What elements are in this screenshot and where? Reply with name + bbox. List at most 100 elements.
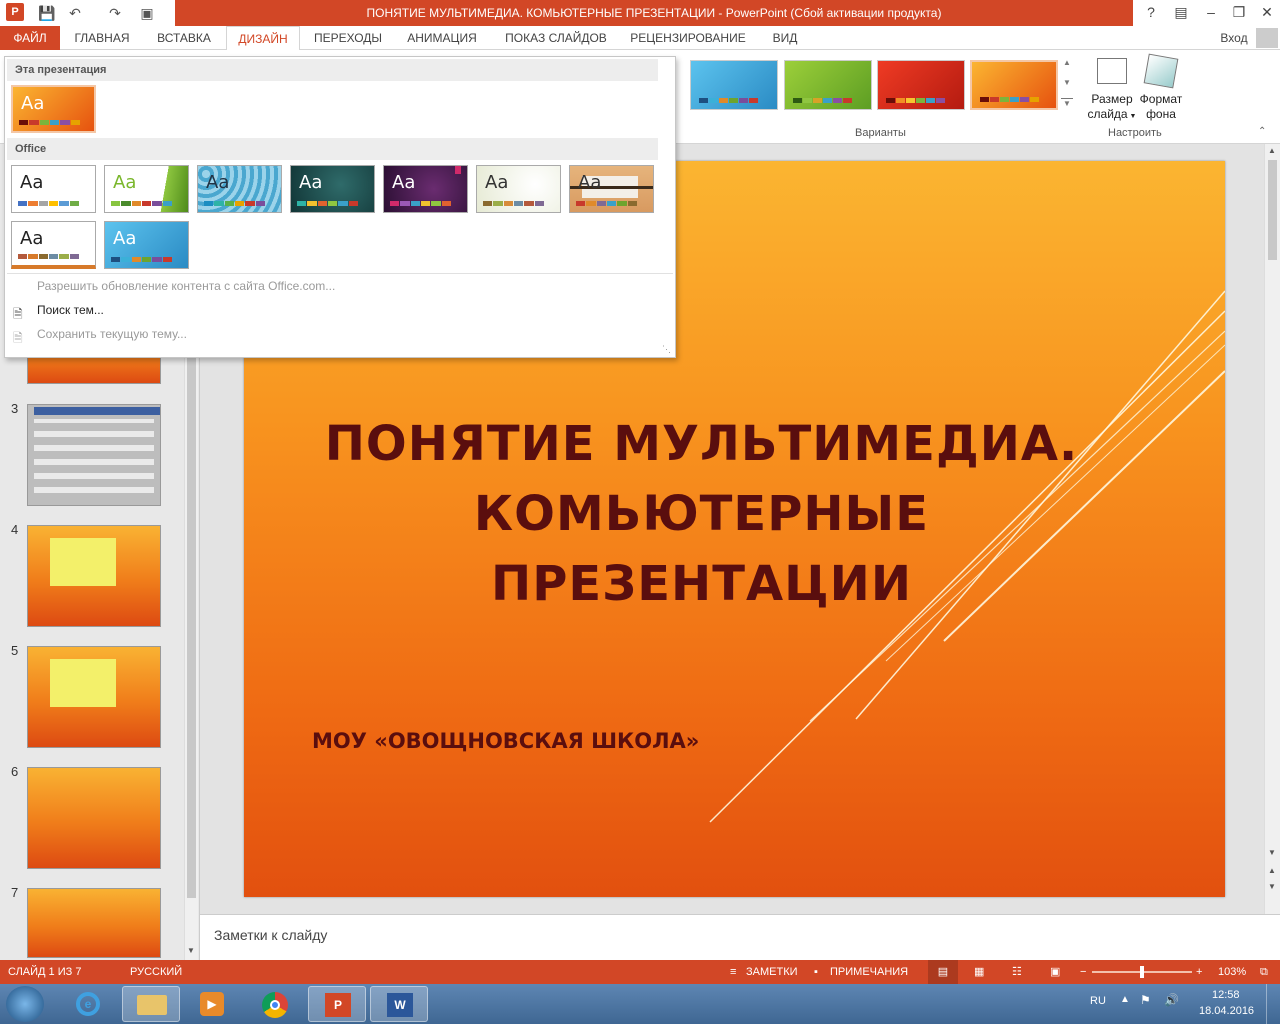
minimize-button[interactable]: –: [1196, 0, 1226, 26]
tab-file[interactable]: ФАЙЛ: [0, 26, 60, 50]
themes-gallery-dropdown: Эта презентация Aa Office Aa Aa Aa Aa Aa…: [4, 56, 676, 358]
format-background-button[interactable]: Формат фона: [1136, 92, 1186, 122]
ie-logo-icon: e: [76, 992, 100, 1016]
slide-thumbnail-5[interactable]: [27, 646, 161, 748]
slideshow-view-icon[interactable]: ▣: [1050, 960, 1060, 984]
variants-scroll-up-icon[interactable]: ▲: [1061, 58, 1073, 74]
language-indicator[interactable]: РУССКИЙ: [130, 960, 182, 984]
customize-group-label: Настроить: [1108, 127, 1162, 139]
section-office: Office: [7, 138, 658, 160]
variant-orange[interactable]: [970, 60, 1058, 110]
thumb-number-5: 5: [11, 643, 19, 658]
sign-in-link[interactable]: Вход: [1214, 26, 1254, 50]
theme-slice[interactable]: Aa: [11, 221, 96, 269]
tab-view[interactable]: ВИД: [758, 26, 812, 50]
menu-allow-office-update: Разрешить обновление контента с сайта Of…: [37, 279, 336, 293]
notes-toggle[interactable]: ЗАМЕТКИ: [746, 960, 798, 984]
tab-design[interactable]: ДИЗАЙН: [226, 26, 300, 51]
next-slide-icon[interactable]: ▼: [1268, 882, 1276, 891]
normal-view-icon[interactable]: ▤: [928, 960, 958, 984]
theme-wisp-blue-aa: Aa: [113, 228, 137, 249]
slide-scroll-thumb[interactable]: [1268, 160, 1277, 260]
slide-thumbnail-4[interactable]: [27, 525, 161, 627]
comments-toggle[interactable]: ПРИМЕЧАНИЯ: [830, 960, 908, 984]
save-icon[interactable]: 💾: [36, 3, 58, 23]
collapse-ribbon-icon[interactable]: ⌃: [1258, 126, 1274, 140]
slide-size-button[interactable]: Размер слайда ▼: [1084, 92, 1140, 124]
taskbar-explorer-icon[interactable]: [122, 986, 180, 1022]
tab-home[interactable]: ГЛАВНАЯ: [66, 26, 138, 50]
volume-icon[interactable]: 🔊: [1164, 993, 1179, 1007]
taskbar-ie-icon[interactable]: e: [60, 986, 118, 1022]
reading-view-icon[interactable]: ☷: [1012, 960, 1022, 984]
slide-thumbnail-3[interactable]: [27, 404, 161, 506]
media-player-logo-icon: ▶: [200, 992, 224, 1016]
slide-title-line-2: КОМЬЮТЕРНЫЕ: [473, 486, 930, 542]
variants-scroll-down-icon[interactable]: ▼: [1061, 78, 1073, 94]
slide-vertical-scrollbar[interactable]: ▲ ▼ ▲ ▼: [1264, 144, 1280, 914]
theme-facet[interactable]: Aa: [104, 165, 189, 213]
variant-red[interactable]: [877, 60, 965, 110]
theme-current[interactable]: Aa: [11, 85, 96, 133]
undo-icon[interactable]: ↶: [64, 3, 86, 23]
slide-sorter-icon[interactable]: ▦: [974, 960, 984, 984]
comments-toggle-icon[interactable]: ▪: [814, 960, 818, 984]
taskbar-media-player-icon[interactable]: ▶: [184, 986, 242, 1022]
theme-integral[interactable]: Aa: [197, 165, 282, 213]
fit-to-window-icon[interactable]: ⧉: [1260, 960, 1268, 984]
theme-office[interactable]: Aa: [11, 165, 96, 213]
ribbon-display-options-icon[interactable]: ▤: [1166, 0, 1196, 26]
tab-transitions[interactable]: ПЕРЕХОДЫ: [306, 26, 390, 50]
taskbar-powerpoint-icon[interactable]: P: [308, 986, 366, 1022]
variants-more-icon[interactable]: ▼: [1061, 98, 1073, 114]
zoom-in-icon[interactable]: +: [1196, 960, 1202, 984]
resize-grip-icon[interactable]: ⋱: [662, 344, 671, 355]
start-button-icon[interactable]: [6, 986, 44, 1022]
theme-integral-aa: Aa: [206, 172, 230, 193]
user-avatar-icon[interactable]: [1256, 28, 1278, 48]
menu-search-themes[interactable]: Поиск тем...: [37, 303, 104, 317]
tab-insert[interactable]: ВСТАВКА: [146, 26, 222, 50]
theme-ion[interactable]: Aa: [290, 165, 375, 213]
tab-animations[interactable]: АНИМАЦИЯ: [396, 26, 488, 50]
powerpoint-logo-icon: P: [325, 993, 351, 1017]
zoom-slider-thumb[interactable]: [1140, 966, 1144, 978]
taskbar-word-icon[interactable]: W: [370, 986, 428, 1022]
show-desktop-button[interactable]: [1266, 984, 1280, 1024]
help-button[interactable]: ?: [1136, 0, 1166, 26]
slide-scroll-down-icon[interactable]: ▼: [1268, 848, 1276, 857]
slide-scroll-up-icon[interactable]: ▲: [1268, 146, 1276, 155]
theme-current-aa: Aa: [21, 93, 45, 114]
start-slideshow-icon[interactable]: ▣: [136, 3, 158, 23]
action-center-flag-icon[interactable]: ⚑: [1140, 993, 1151, 1007]
tab-slideshow[interactable]: ПОКАЗ СЛАЙДОВ: [494, 26, 618, 50]
zoom-level[interactable]: 103%: [1218, 960, 1246, 984]
variant-green[interactable]: [784, 60, 872, 110]
gallery-separator: [7, 273, 673, 274]
slide-thumbnail-7[interactable]: [27, 888, 161, 958]
restore-button[interactable]: ❐: [1224, 0, 1254, 26]
zoom-out-icon[interactable]: −: [1080, 960, 1086, 984]
close-button[interactable]: ✕: [1252, 0, 1280, 26]
tray-arrow-icon[interactable]: ▲: [1120, 994, 1130, 1005]
thumbnails-scroll-down-icon[interactable]: ▼: [187, 946, 195, 955]
taskbar-chrome-icon[interactable]: [246, 986, 304, 1022]
redo-icon[interactable]: ↷: [104, 3, 126, 23]
zoom-slider[interactable]: [1092, 966, 1192, 978]
theme-ion-boardroom[interactable]: Aa: [383, 165, 468, 213]
slide-thumbnail-6[interactable]: [27, 767, 161, 869]
notes-placeholder: Заметки к слайду: [214, 927, 328, 943]
theme-ion-aa: Aa: [299, 172, 323, 193]
theme-organic[interactable]: Aa: [476, 165, 561, 213]
previous-slide-icon[interactable]: ▲: [1268, 866, 1276, 875]
clock-time[interactable]: 12:58: [1212, 989, 1240, 1001]
notes-pane[interactable]: Заметки к слайду: [200, 914, 1280, 960]
theme-wisp-blue[interactable]: Aa: [104, 221, 189, 269]
theme-retrospect[interactable]: Aa: [569, 165, 654, 213]
variant-blue[interactable]: [690, 60, 778, 110]
powerpoint-app-icon[interactable]: P: [6, 3, 24, 21]
tab-review[interactable]: РЕЦЕНЗИРОВАНИЕ: [624, 26, 752, 50]
clock-date[interactable]: 18.04.2016: [1199, 1005, 1254, 1017]
notes-toggle-icon[interactable]: ≡: [730, 960, 736, 984]
input-language[interactable]: RU: [1090, 995, 1106, 1007]
